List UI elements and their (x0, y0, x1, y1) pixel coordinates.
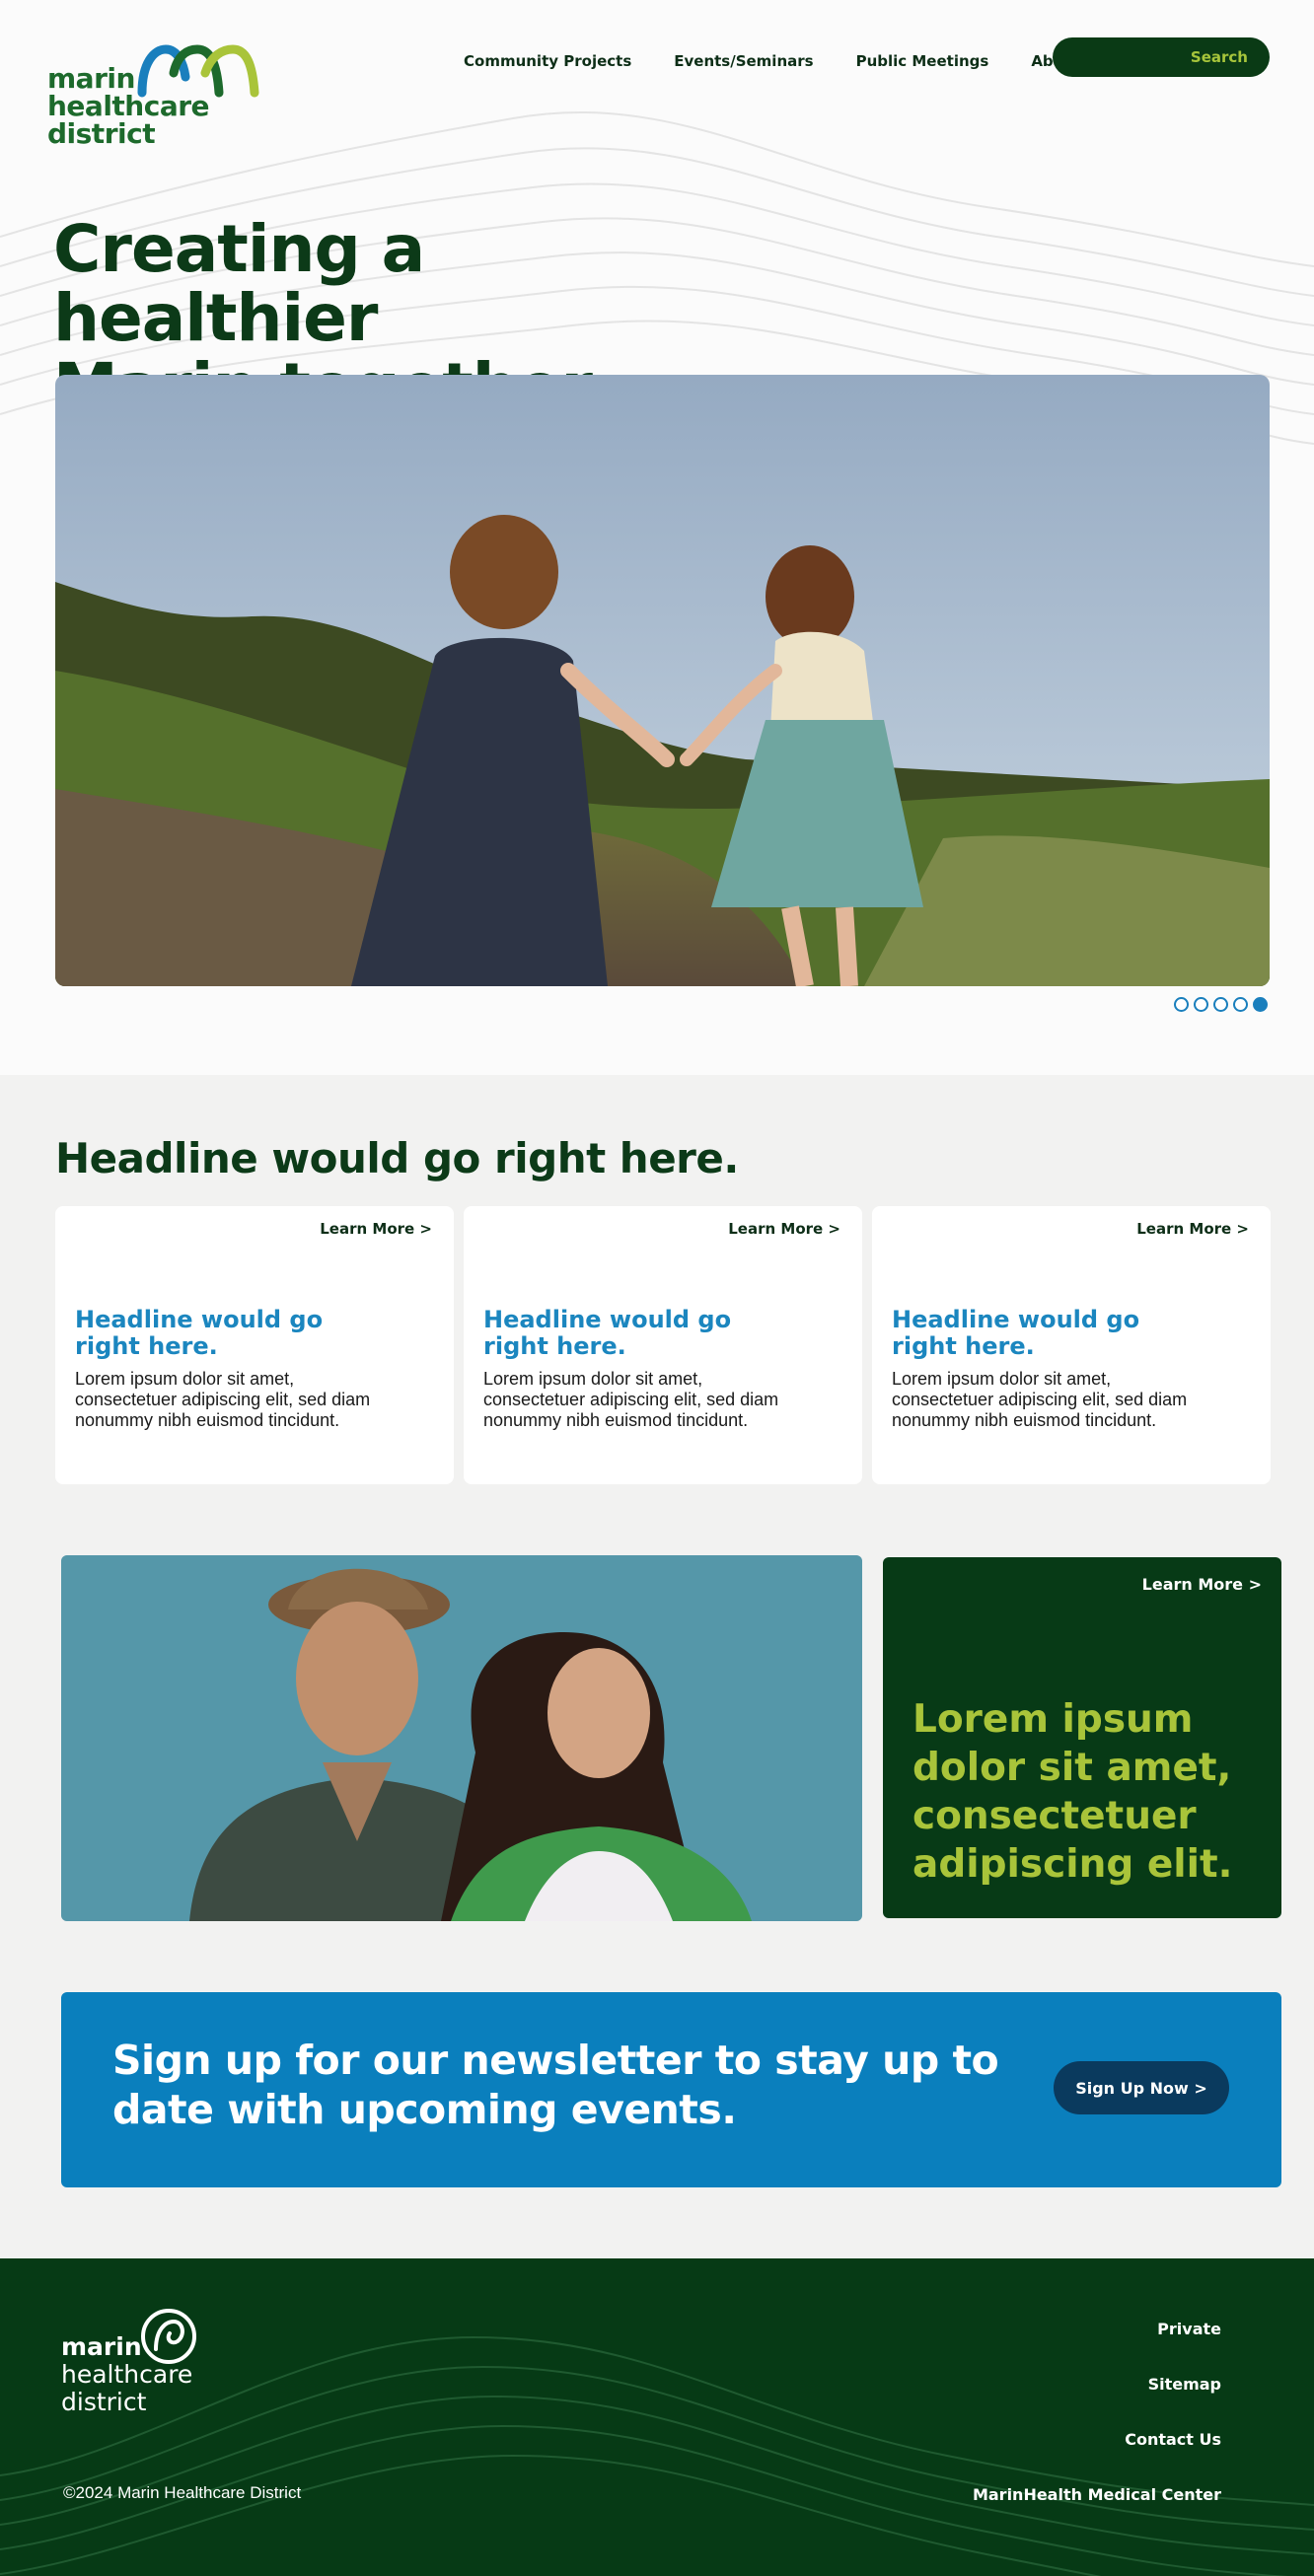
card-3-title: Headline would go right here. (892, 1306, 1140, 1360)
footer-link-sitemap[interactable]: Sitemap (973, 2373, 1221, 2428)
card-1-learn-more-link[interactable]: Learn More > (320, 1220, 432, 1238)
copyright-text: ©2024 Marin Healthcare District (63, 2483, 302, 2502)
logo-wordmark: marin healthcare district (47, 62, 210, 150)
card-1-title: Headline would go right here. (75, 1306, 324, 1360)
main-nav: Community Projects Events/Seminars Publi… (464, 43, 1149, 79)
carousel-dot-5-active[interactable] (1253, 997, 1268, 1012)
card-2-title: Headline would go right here. (483, 1306, 732, 1360)
footer-link-marinhealth-medical-center[interactable]: MarinHealth Medical Center (973, 2483, 1221, 2539)
hero-section: marin healthcare district Community Proj… (0, 0, 1314, 1075)
footer-link-private[interactable]: Private (973, 2318, 1221, 2373)
footer-links: Private Sitemap Contact Us MarinHealth M… (973, 2318, 1221, 2539)
footer-link-contact-us[interactable]: Contact Us (973, 2428, 1221, 2483)
promo-box: Learn More > Lorem ipsum dolor sit amet,… (883, 1557, 1281, 1918)
card-2-learn-more-link[interactable]: Learn More > (728, 1220, 840, 1238)
newsletter-banner: Sign up for our newsletter to stay up to… (61, 1992, 1281, 2187)
feature-card-2[interactable]: Learn More > Headline would go right her… (464, 1206, 862, 1484)
promo-image-couple (61, 1555, 862, 1921)
newsletter-text: Sign up for our newsletter to stay up to… (112, 2037, 999, 2133)
card-2-body: Lorem ipsum dolor sit amet, consectetuer… (483, 1369, 779, 1430)
footer-logo-wordmark: marin healthcare district (61, 2332, 193, 2416)
hero-image-illustration (55, 375, 1270, 986)
carousel-dot-1[interactable] (1174, 997, 1189, 1012)
promo-learn-more-link[interactable]: Learn More > (1142, 1575, 1262, 1594)
footer-logo[interactable]: marin healthcare district (61, 2306, 219, 2424)
carousel-dots (1174, 997, 1273, 1012)
card-3-learn-more-link[interactable]: Learn More > (1136, 1220, 1249, 1238)
card-3-body: Lorem ipsum dolor sit amet, consectetuer… (892, 1369, 1188, 1430)
search-button[interactable]: Search (1053, 37, 1270, 77)
site-footer: marin healthcare district ©2024 Marin He… (0, 2258, 1314, 2576)
hero-title-line1: Creating a healthier (53, 211, 425, 356)
section-headline: Headline would go right here. (55, 1134, 739, 1182)
search-label: Search (1190, 48, 1248, 66)
feature-card-3[interactable]: Learn More > Headline would go right her… (872, 1206, 1271, 1484)
promo-text: Lorem ipsum dolor sit amet, consectetuer… (912, 1697, 1233, 1887)
feature-card-1[interactable]: Learn More > Headline would go right her… (55, 1206, 454, 1484)
site-logo[interactable]: marin healthcare district (47, 43, 259, 154)
hero-image-children-walking (55, 375, 1270, 986)
sign-up-now-button[interactable]: Sign Up Now > (1054, 2061, 1229, 2114)
carousel-dot-2[interactable] (1194, 997, 1208, 1012)
promo-image-illustration (61, 1555, 862, 1921)
nav-community-projects[interactable]: Community Projects (464, 52, 631, 70)
card-1-body: Lorem ipsum dolor sit amet, consectetuer… (75, 1369, 371, 1430)
carousel-dot-4[interactable] (1233, 997, 1248, 1012)
nav-public-meetings[interactable]: Public Meetings (856, 52, 989, 70)
carousel-dot-3[interactable] (1213, 997, 1228, 1012)
nav-events-seminars[interactable]: Events/Seminars (674, 52, 813, 70)
